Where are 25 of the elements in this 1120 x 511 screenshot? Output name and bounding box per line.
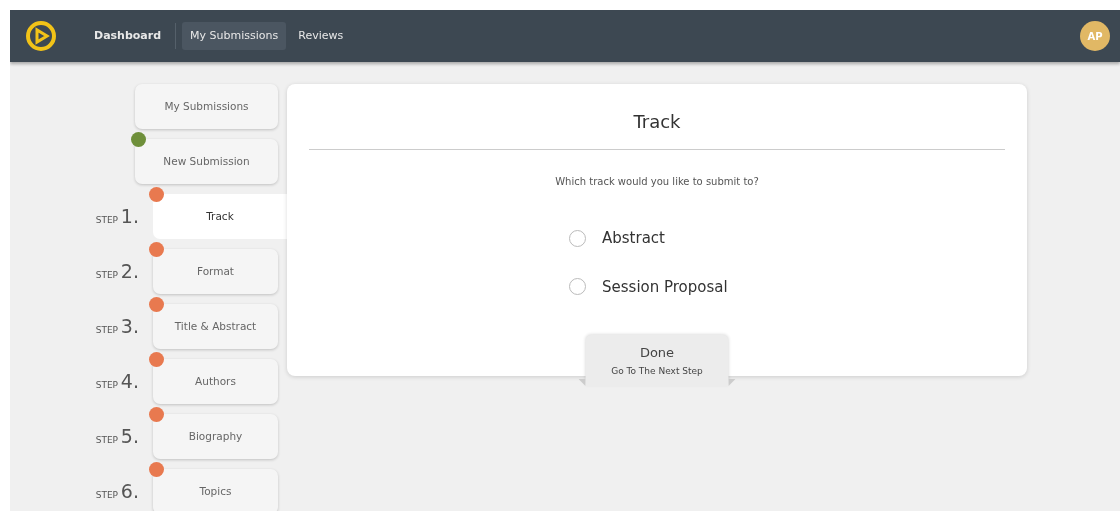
step-label: STEP 4. (94, 369, 140, 395)
corner-icon (578, 379, 586, 386)
step-tab[interactable]: Track (153, 194, 287, 239)
done-button[interactable]: Done Go To The Next Step (585, 335, 729, 386)
nav-link[interactable]: Dashboard (86, 21, 170, 51)
step-label: STEP 5. (94, 424, 140, 450)
sidebar-item[interactable]: New Submission (135, 139, 278, 184)
step-label: STEP 1. (94, 204, 140, 230)
card-title: Track (632, 110, 682, 134)
option-label: Abstract (602, 228, 665, 249)
step-label: STEP 3. (94, 314, 140, 340)
step-tab[interactable]: Topics (153, 469, 278, 511)
option-label: Session Proposal (602, 276, 728, 298)
step-tab[interactable]: Format (153, 249, 278, 294)
sidebar-item[interactable]: My Submissions (135, 84, 278, 129)
step-tab[interactable]: Title & Abstract (153, 304, 278, 349)
logo-icon[interactable] (26, 21, 56, 51)
step-tab[interactable]: Biography (153, 414, 278, 459)
step-label: STEP 2. (94, 259, 140, 285)
nav-link[interactable]: Reviews (290, 21, 352, 51)
corner-icon (728, 379, 736, 386)
step-label: STEP 6. (94, 479, 140, 505)
nav-link[interactable]: My Submissions (182, 21, 287, 51)
question-text: Which track would you like to submit to? (554, 175, 760, 189)
step-tab[interactable]: Authors (153, 359, 278, 404)
